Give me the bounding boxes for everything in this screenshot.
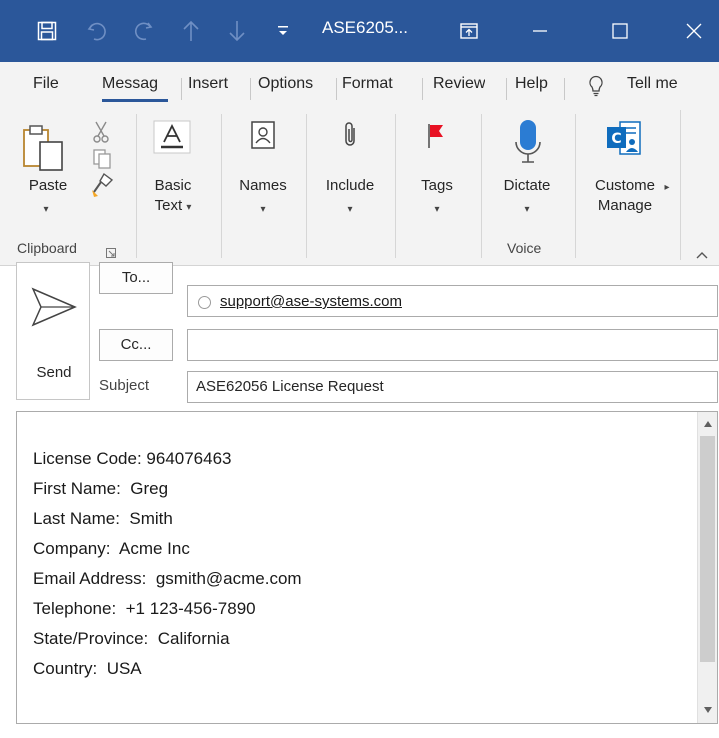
chevron-down-icon[interactable]: ▾ (36, 200, 56, 220)
include-label: Include (325, 177, 375, 194)
group-separator (395, 114, 396, 258)
window-title: ASE6205... (322, 18, 409, 37)
group-label-voice: Voice (507, 240, 542, 256)
close-icon[interactable] (674, 14, 714, 48)
chevron-down-icon[interactable]: ▾ (253, 200, 273, 220)
presence-icon (198, 296, 211, 309)
subject-label: Subject (99, 377, 150, 394)
basic-text-label[interactable]: Basic Text ▾ (145, 176, 201, 218)
cc-button[interactable]: Cc... (99, 329, 173, 361)
cc-field[interactable] (187, 329, 718, 361)
undo-icon[interactable] (80, 14, 114, 48)
dialog-launcher-icon[interactable] (106, 243, 116, 262)
to-button[interactable]: To... (99, 262, 173, 294)
save-icon[interactable] (30, 14, 64, 48)
tab-tell-me[interactable]: Tell me (627, 75, 678, 93)
recipient-chip[interactable]: support@ase-systems.com (220, 293, 402, 310)
group-separator (221, 114, 222, 258)
customer-manager-icon[interactable]: C (606, 120, 642, 160)
chevron-down-icon: ▾ (186, 202, 192, 213)
tab-review[interactable]: Review (433, 75, 485, 93)
tab-separator (564, 78, 565, 100)
scrollbar-thumb[interactable] (700, 436, 715, 662)
body-line: License Code: 964076463 (33, 449, 232, 468)
paste-icon[interactable] (22, 122, 66, 178)
address-book-icon[interactable] (250, 120, 276, 154)
ribbon-scroll-edge (680, 110, 681, 260)
collapse-ribbon-icon[interactable] (696, 244, 708, 263)
body-line: First Name: Greg (33, 479, 169, 498)
tab-separator (250, 78, 251, 100)
group-separator (575, 114, 576, 258)
active-tab-indicator (102, 99, 168, 102)
chevron-down-icon[interactable]: ▾ (517, 200, 537, 220)
tab-options[interactable]: Options (258, 75, 331, 93)
arrow-up-icon[interactable] (176, 14, 206, 48)
ribbon: Paste ▾ Clipboard Basic Text ▾ Names ▾ I… (0, 108, 719, 266)
basic-text-line1: Basic (154, 177, 192, 194)
body-line: Telephone: +1 123-456-7890 (33, 599, 256, 618)
chevron-right-icon[interactable]: ▸ (662, 178, 672, 198)
group-separator (481, 114, 482, 258)
basic-text-icon[interactable] (153, 120, 191, 158)
body-line: Last Name: Smith (33, 509, 173, 528)
ribbon-display-icon[interactable] (452, 14, 486, 48)
subject-field[interactable]: ASE62056 License Request (187, 371, 718, 403)
chevron-down-icon[interactable]: ▾ (340, 200, 360, 220)
body-line: Company: Acme Inc (33, 539, 190, 558)
minimize-icon[interactable] (520, 14, 560, 48)
tab-separator (506, 78, 507, 100)
tab-help[interactable]: Help (515, 75, 548, 93)
cut-icon[interactable] (92, 120, 110, 148)
body-line: Email Address: gsmith@acme.com (33, 569, 302, 588)
send-label: Send (36, 364, 72, 381)
tab-separator (422, 78, 423, 100)
basic-text-line2: Text (154, 197, 183, 214)
send-icon (31, 287, 77, 331)
vertical-scrollbar[interactable] (697, 412, 717, 723)
microphone-icon[interactable] (513, 118, 543, 170)
tab-format[interactable]: Format (342, 75, 393, 93)
chevron-down-icon[interactable]: ▾ (427, 200, 447, 220)
send-button[interactable]: Send (16, 262, 90, 400)
tab-insert[interactable]: Insert (188, 75, 228, 93)
lightbulb-icon[interactable] (588, 75, 604, 101)
message-body-text: License Code: 964076463 First Name: Greg… (33, 444, 302, 684)
paperclip-icon[interactable] (340, 120, 360, 154)
message-body[interactable]: License Code: 964076463 First Name: Greg… (16, 411, 718, 724)
customer-manager-label[interactable]: Custome Manage (588, 176, 662, 216)
scroll-up-icon[interactable] (698, 414, 718, 434)
maximize-icon[interactable] (600, 14, 640, 48)
scroll-down-icon[interactable] (698, 700, 718, 720)
copy-icon[interactable] (92, 148, 112, 174)
group-separator (306, 114, 307, 258)
format-painter-icon[interactable] (90, 172, 114, 202)
customer-manager-line2: Manage (597, 197, 653, 214)
tab-separator (181, 78, 182, 100)
title-bar: ASE6205... (0, 0, 719, 62)
tab-file[interactable]: File (33, 75, 59, 93)
customer-manager-line1: Custome (594, 177, 656, 194)
tags-label: Tags (421, 177, 453, 194)
names-label: Names (239, 177, 287, 194)
group-separator (136, 114, 137, 258)
tab-message[interactable]: Messag (102, 75, 169, 93)
body-line: Country: USA (33, 659, 142, 678)
redo-icon[interactable] (126, 14, 160, 48)
tab-separator (336, 78, 337, 100)
svg-text:C: C (611, 131, 621, 147)
dictate-label: Dictate (503, 177, 551, 194)
customize-toolbar-icon[interactable] (270, 14, 296, 48)
body-line: State/Province: California (33, 629, 230, 648)
flag-icon[interactable] (425, 122, 447, 154)
arrow-down-icon[interactable] (222, 14, 252, 48)
paste-label: Paste (28, 177, 68, 194)
group-label-clipboard: Clipboard (17, 240, 77, 256)
